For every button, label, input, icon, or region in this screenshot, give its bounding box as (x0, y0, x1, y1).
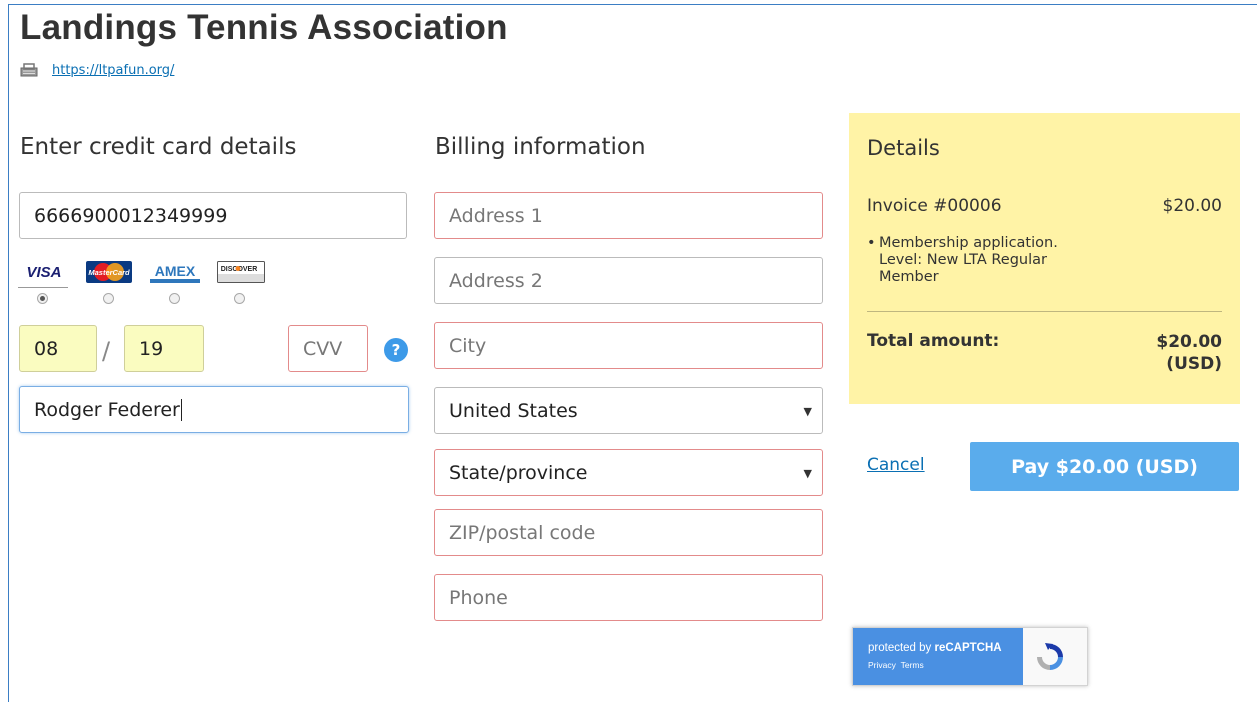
recaptcha-badge[interactable]: protected by reCAPTCHA Privacy Terms (852, 627, 1088, 686)
cvv-placeholder: CVV (303, 337, 343, 360)
visa-logo-icon: VISA (26, 264, 61, 281)
state-value: State/province (449, 461, 588, 484)
page-title: Landings Tennis Association (20, 8, 508, 47)
svg-text:VISA: VISA (26, 264, 61, 281)
text-caret (180, 398, 182, 421)
total-amount-currency: (USD) (1166, 354, 1222, 374)
expiry-year-value: 19 (139, 337, 164, 360)
recaptcha-protected-text: protected by reCAPTCHA (868, 642, 1002, 654)
svg-text:MasterCard: MasterCard (88, 268, 130, 277)
mastercard-logo-icon: MasterCard (86, 261, 132, 283)
recaptcha-links: Privacy Terms (868, 660, 924, 670)
recaptcha-label-area: protected by reCAPTCHA Privacy Terms (853, 628, 1023, 685)
chevron-down-icon: ▼ (803, 467, 812, 480)
cancel-link[interactable]: Cancel (867, 455, 925, 475)
cardholder-name-value: Rodger Federer (34, 398, 180, 421)
country-select[interactable]: United States ▼ (434, 387, 823, 434)
total-label: Total amount: (867, 331, 1000, 351)
recaptcha-brand: reCAPTCHA (934, 642, 1002, 654)
site-url-line: https://ltpafun.org/ (20, 61, 174, 79)
lock-icon (20, 63, 38, 77)
recaptcha-privacy-link[interactable]: Privacy (868, 660, 896, 670)
total-amount-value: $20.00 (1156, 332, 1222, 352)
recaptcha-terms-link[interactable]: Terms (901, 660, 924, 670)
discover-logo-icon: DISCOVER (217, 261, 265, 283)
card-section-heading: Enter credit card details (20, 134, 297, 160)
address1-input[interactable]: Address 1 (434, 192, 823, 239)
pay-button[interactable]: Pay $20.00 (USD) (970, 442, 1239, 491)
site-url-link[interactable]: https://ltpafun.org/ (52, 63, 174, 78)
billing-section-heading: Billing information (435, 134, 646, 160)
address2-placeholder: Address 2 (449, 269, 543, 292)
chevron-down-icon: ▼ (803, 405, 812, 418)
cardholder-name-input[interactable]: Rodger Federer (19, 386, 409, 433)
country-value: United States (449, 399, 578, 422)
radio-visa[interactable] (37, 293, 48, 304)
card-number-input[interactable]: 6666900012349999 (19, 192, 407, 239)
invoice-row: Invoice #00006 $20.00 (867, 196, 1222, 216)
radio-amex[interactable] (169, 293, 180, 304)
invoice-amount: $20.00 (1162, 196, 1222, 216)
expiry-year-input[interactable]: 19 (124, 325, 204, 372)
window-frame-left (8, 4, 9, 702)
invoice-label: Invoice #00006 (867, 196, 1002, 216)
state-select[interactable]: State/province ▼ (434, 449, 823, 496)
expiry-separator: / (102, 337, 111, 365)
selected-brand-underline (18, 287, 68, 288)
address1-placeholder: Address 1 (449, 204, 543, 227)
details-title: Details (867, 136, 940, 160)
details-divider (867, 311, 1222, 312)
details-panel: Details Invoice #00006 $20.00 Membership… (849, 113, 1240, 404)
recaptcha-logo-icon (1037, 643, 1063, 670)
phone-input[interactable]: Phone (434, 574, 823, 621)
window-frame-top (8, 4, 1257, 5)
invoice-line-item: Membership application. Level: New LTA R… (867, 235, 1087, 286)
expiry-month-value: 08 (34, 337, 59, 360)
radio-mastercard[interactable] (103, 293, 114, 304)
city-placeholder: City (449, 334, 487, 357)
amex-logo-icon: AMEX (150, 263, 200, 283)
zip-placeholder: ZIP/postal code (449, 521, 596, 544)
cvv-input[interactable]: CVV (288, 325, 368, 372)
zip-input[interactable]: ZIP/postal code (434, 509, 823, 556)
city-input[interactable]: City (434, 322, 823, 369)
svg-text:AMEX: AMEX (155, 263, 196, 279)
card-number-value: 6666900012349999 (34, 204, 228, 227)
total-amount: $20.00 (USD) (1156, 331, 1222, 375)
recaptcha-prefix: protected by (868, 642, 935, 654)
help-icon[interactable]: ? (384, 338, 408, 362)
address2-input[interactable]: Address 2 (434, 257, 823, 304)
phone-placeholder: Phone (449, 586, 508, 609)
radio-discover[interactable] (234, 293, 245, 304)
expiry-month-input[interactable]: 08 (19, 325, 97, 372)
